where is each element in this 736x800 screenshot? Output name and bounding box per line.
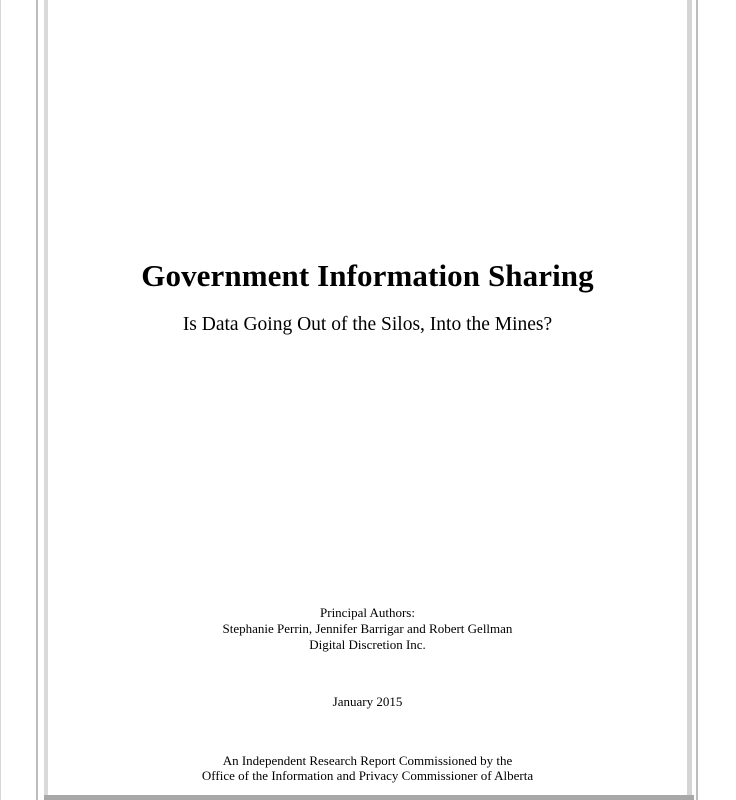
- document-subtitle: Is Data Going Out of the Silos, Into the…: [182, 314, 553, 335]
- previous-page-edge: [0, 0, 1, 800]
- authors-heading: Principal Authors:: [320, 605, 415, 620]
- author-organization: Digital Discretion Inc.: [309, 637, 426, 652]
- commission-line-2: Office of the Information and Privacy Co…: [201, 768, 534, 783]
- document-viewer: Government Information Sharing Is Data G…: [0, 0, 736, 800]
- commission-line-1: An Independent Research Report Commissio…: [222, 753, 513, 768]
- author-names: Stephanie Perrin, Jennifer Barrigar and …: [222, 621, 513, 636]
- next-page-edge: [696, 0, 698, 800]
- publication-date: January 2015: [332, 694, 403, 709]
- authors-block: Principal Authors: Stephanie Perrin, Jen…: [48, 605, 687, 653]
- document-page[interactable]: Government Information Sharing Is Data G…: [48, 0, 687, 795]
- page-bottom-shadow: [44, 795, 694, 800]
- page-right-shadow: [687, 0, 692, 800]
- page-left-border: [36, 0, 38, 800]
- commission-note: An Independent Research Report Commissio…: [48, 753, 687, 783]
- document-title: Government Information Sharing: [141, 258, 594, 293]
